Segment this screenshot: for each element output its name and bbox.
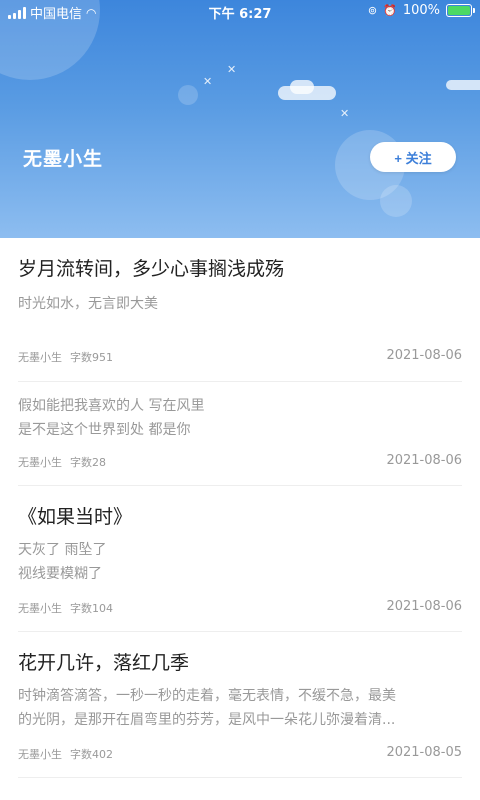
post-author: 无墨小生 — [18, 748, 62, 761]
post-date: 2021-08-06 — [386, 348, 462, 363]
post-date: 2021-08-06 — [386, 599, 462, 614]
status-bar: 中国电信 ◠ 下午 6:27 ⊚ ⏰ 100% — [0, 0, 480, 22]
post-word-count: 字数104 — [70, 602, 113, 615]
post-meta: 无墨小生 字数402 2021-08-05 — [18, 743, 462, 763]
post-author: 无墨小生 — [18, 351, 62, 364]
post-word-count: 字数951 — [70, 351, 113, 364]
bird-icon: ✕ — [227, 63, 237, 76]
post-excerpt: 时钟滴答滴答，一秒一秒的走着，毫无表情，不缓不急，最美 的光阴，是那开在眉弯里的… — [18, 688, 396, 728]
cloud — [290, 80, 314, 94]
post-word-count: 字数402 — [70, 748, 113, 761]
alarm-icon: ⏰ — [383, 4, 397, 17]
profile-name: 无墨小生 — [23, 148, 104, 170]
post-title: 岁月流转间，多少心事搁浅成殇 — [18, 258, 285, 280]
status-right: ⊚ ⏰ 100% — [367, 3, 475, 18]
post-item[interactable]: 岁月流转间，多少心事搁浅成殇 时光如水，无言即大美 无墨小生 字数951 202… — [18, 238, 462, 382]
profile-header-banner: ✕ ✕ ✕ 中国电信 ◠ 下午 6:27 ⊚ ⏰ 100% 无墨小生 + 关注 — [0, 0, 480, 238]
post-title: 花开几许，落红几季 — [18, 652, 190, 674]
post-meta: 无墨小生 字数28 2021-08-06 — [18, 451, 462, 471]
battery-icon — [446, 4, 475, 17]
post-item[interactable]: 花开几许，落红几季 时钟滴答滴答，一秒一秒的走着，毫无表情，不缓不急，最美 的光… — [18, 632, 462, 778]
cloud — [446, 80, 480, 90]
post-word-count: 字数28 — [70, 456, 106, 469]
post-date: 2021-08-05 — [386, 745, 462, 760]
battery-percent: 100% — [402, 3, 440, 18]
orientation-lock-icon: ⊚ — [367, 4, 378, 17]
follow-button[interactable]: + 关注 — [370, 142, 456, 172]
post-item[interactable]: 《如果当时》 天灰了 雨坠了 视线要模糊了 无墨小生 字数104 2021-08… — [18, 486, 462, 632]
post-author: 无墨小生 — [18, 456, 62, 469]
post-excerpt: 假如能把我喜欢的人 写在风里 是不是这个世界到处 都是你 — [18, 398, 205, 438]
bird-icon: ✕ — [203, 75, 213, 88]
bird-icon: ✕ — [340, 107, 350, 120]
post-meta: 无墨小生 字数104 2021-08-06 — [18, 597, 462, 617]
light-glow — [380, 185, 412, 217]
post-date: 2021-08-06 — [386, 453, 462, 468]
post-item[interactable]: 假如能把我喜欢的人 写在风里 是不是这个世界到处 都是你 无墨小生 字数28 2… — [18, 382, 462, 486]
post-list: 岁月流转间，多少心事搁浅成殇 时光如水，无言即大美 无墨小生 字数951 202… — [0, 238, 480, 778]
post-author: 无墨小生 — [18, 602, 62, 615]
post-excerpt: 天灰了 雨坠了 视线要模糊了 — [18, 542, 107, 582]
post-meta: 无墨小生 字数951 2021-08-06 — [18, 346, 462, 366]
battery-fill — [448, 6, 470, 15]
light-glow — [178, 85, 198, 105]
post-excerpt: 时光如水，无言即大美 — [18, 296, 158, 312]
post-title: 《如果当时》 — [18, 506, 133, 528]
